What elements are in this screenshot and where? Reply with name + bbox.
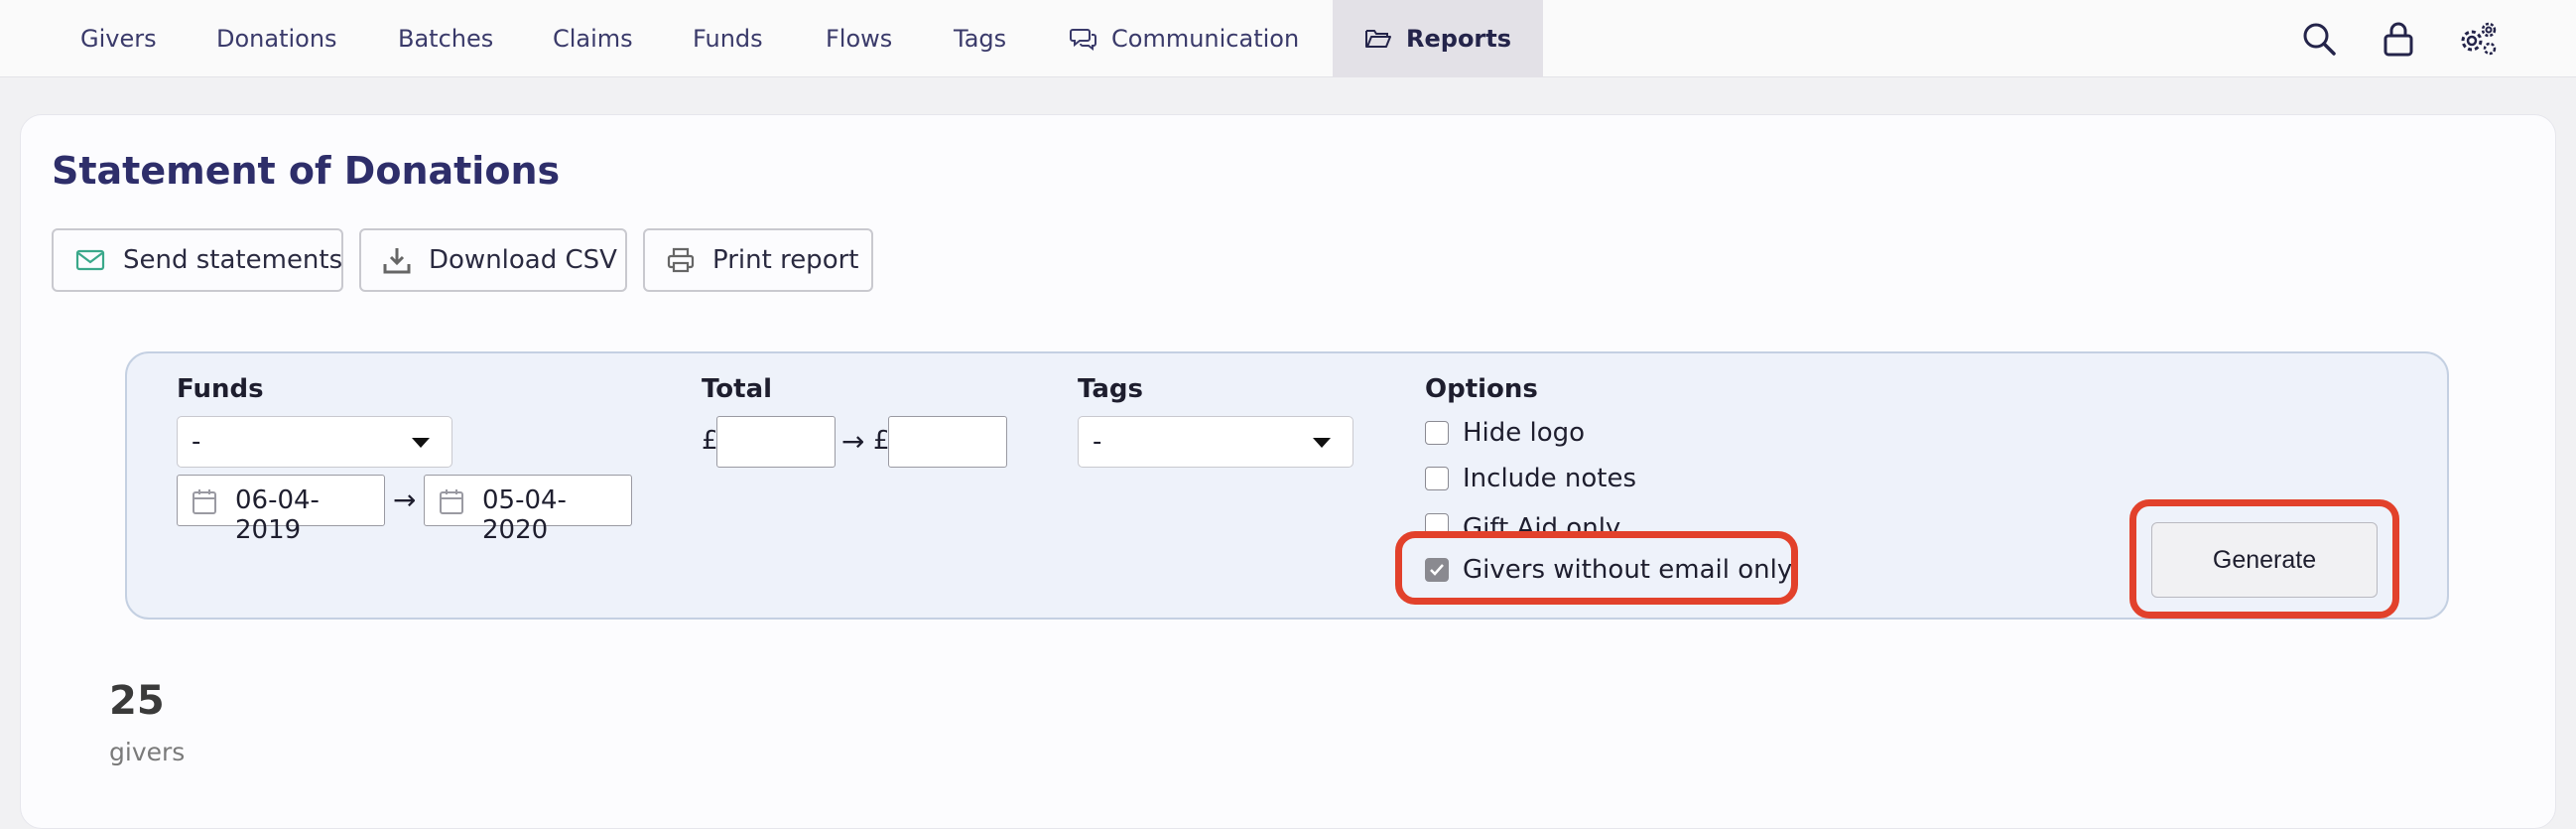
total-min-input[interactable] (716, 416, 836, 468)
date-range-arrow: → (393, 484, 417, 516)
generate-button[interactable]: Generate (2151, 522, 2378, 598)
print-report-button[interactable]: Print report (643, 228, 873, 292)
nav-item-givers[interactable]: Givers (80, 0, 157, 77)
include-notes-label: Include notes (1463, 464, 1637, 493)
printer-icon (667, 247, 695, 273)
options-label: Options (1425, 374, 1538, 404)
calendar-icon (440, 489, 463, 514)
lock-icon[interactable] (2378, 18, 2419, 60)
hide-logo-label: Hide logo (1463, 418, 1586, 448)
calendar-icon (193, 489, 216, 514)
funds-select[interactable]: - (177, 416, 452, 468)
givers-without-email-checkbox[interactable]: Givers without email only (1425, 553, 1792, 587)
givers-without-email-label: Givers without email only (1463, 555, 1793, 585)
nav-item-label: Communication (1111, 25, 1300, 53)
date-to-value: 05-04-2020 (482, 485, 567, 545)
nav-item-claims[interactable]: Claims (553, 0, 633, 77)
total-label: Total (702, 374, 773, 404)
checkbox-box[interactable] (1425, 558, 1449, 582)
chevron-down-icon (1313, 438, 1331, 448)
download-csv-button[interactable]: Download CSV (359, 228, 627, 292)
chevron-down-icon (412, 438, 430, 448)
nav-item-flows[interactable]: Flows (826, 0, 892, 77)
checkbox-box[interactable] (1425, 421, 1449, 445)
top-navigation: Givers Donations Batches Claims Funds Fl… (0, 0, 2576, 77)
checkmark-icon (1430, 564, 1444, 576)
download-csv-label: Download CSV (429, 245, 617, 275)
gift-aid-only-label: Gift Aid only (1463, 513, 1621, 533)
tags-select[interactable]: - (1078, 416, 1353, 468)
settings-gears-icon[interactable] (2457, 18, 2499, 60)
nav-item-batches[interactable]: Batches (398, 0, 493, 77)
date-to-input[interactable]: 05-04-2020 (424, 475, 632, 545)
nav-item-tags[interactable]: Tags (954, 0, 1006, 77)
send-statements-button[interactable]: Send statements (52, 228, 343, 292)
send-statements-label: Send statements (123, 245, 343, 275)
giver-count: 25 (109, 678, 165, 724)
date-from-input[interactable]: 06-04-2019 (177, 475, 385, 545)
include-notes-checkbox[interactable]: Include notes (1425, 462, 1636, 495)
page-title: Statement of Donations (52, 149, 561, 193)
nav-item-reports[interactable]: Reports (1333, 0, 1544, 77)
search-icon[interactable] (2298, 18, 2340, 60)
nav-item-donations[interactable]: Donations (216, 0, 337, 77)
checkbox-box[interactable] (1425, 467, 1449, 490)
gift-aid-only-checkbox[interactable]: Gift Aid only (1425, 507, 1620, 533)
date-from-value: 06-04-2019 (235, 485, 320, 545)
download-icon (383, 248, 411, 274)
nav-item-label: Reports (1406, 25, 1512, 53)
hide-logo-checkbox[interactable]: Hide logo (1425, 416, 1585, 450)
funds-label: Funds (177, 374, 264, 404)
folder-open-icon (1365, 30, 1391, 48)
total-max-input[interactable] (888, 416, 1007, 468)
checkbox-box[interactable] (1425, 513, 1449, 533)
nav-item-funds[interactable]: Funds (693, 0, 763, 77)
total-range-arrow: → (841, 425, 865, 458)
giver-count-label: givers (109, 738, 186, 766)
chat-bubbles-icon (1070, 29, 1096, 51)
funds-selected-value: - (192, 427, 201, 457)
print-report-label: Print report (712, 245, 859, 275)
tags-selected-value: - (1093, 427, 1102, 457)
tags-label: Tags (1078, 374, 1144, 404)
nav-item-communication[interactable]: Communication (1070, 0, 1299, 77)
envelope-icon (75, 249, 105, 271)
